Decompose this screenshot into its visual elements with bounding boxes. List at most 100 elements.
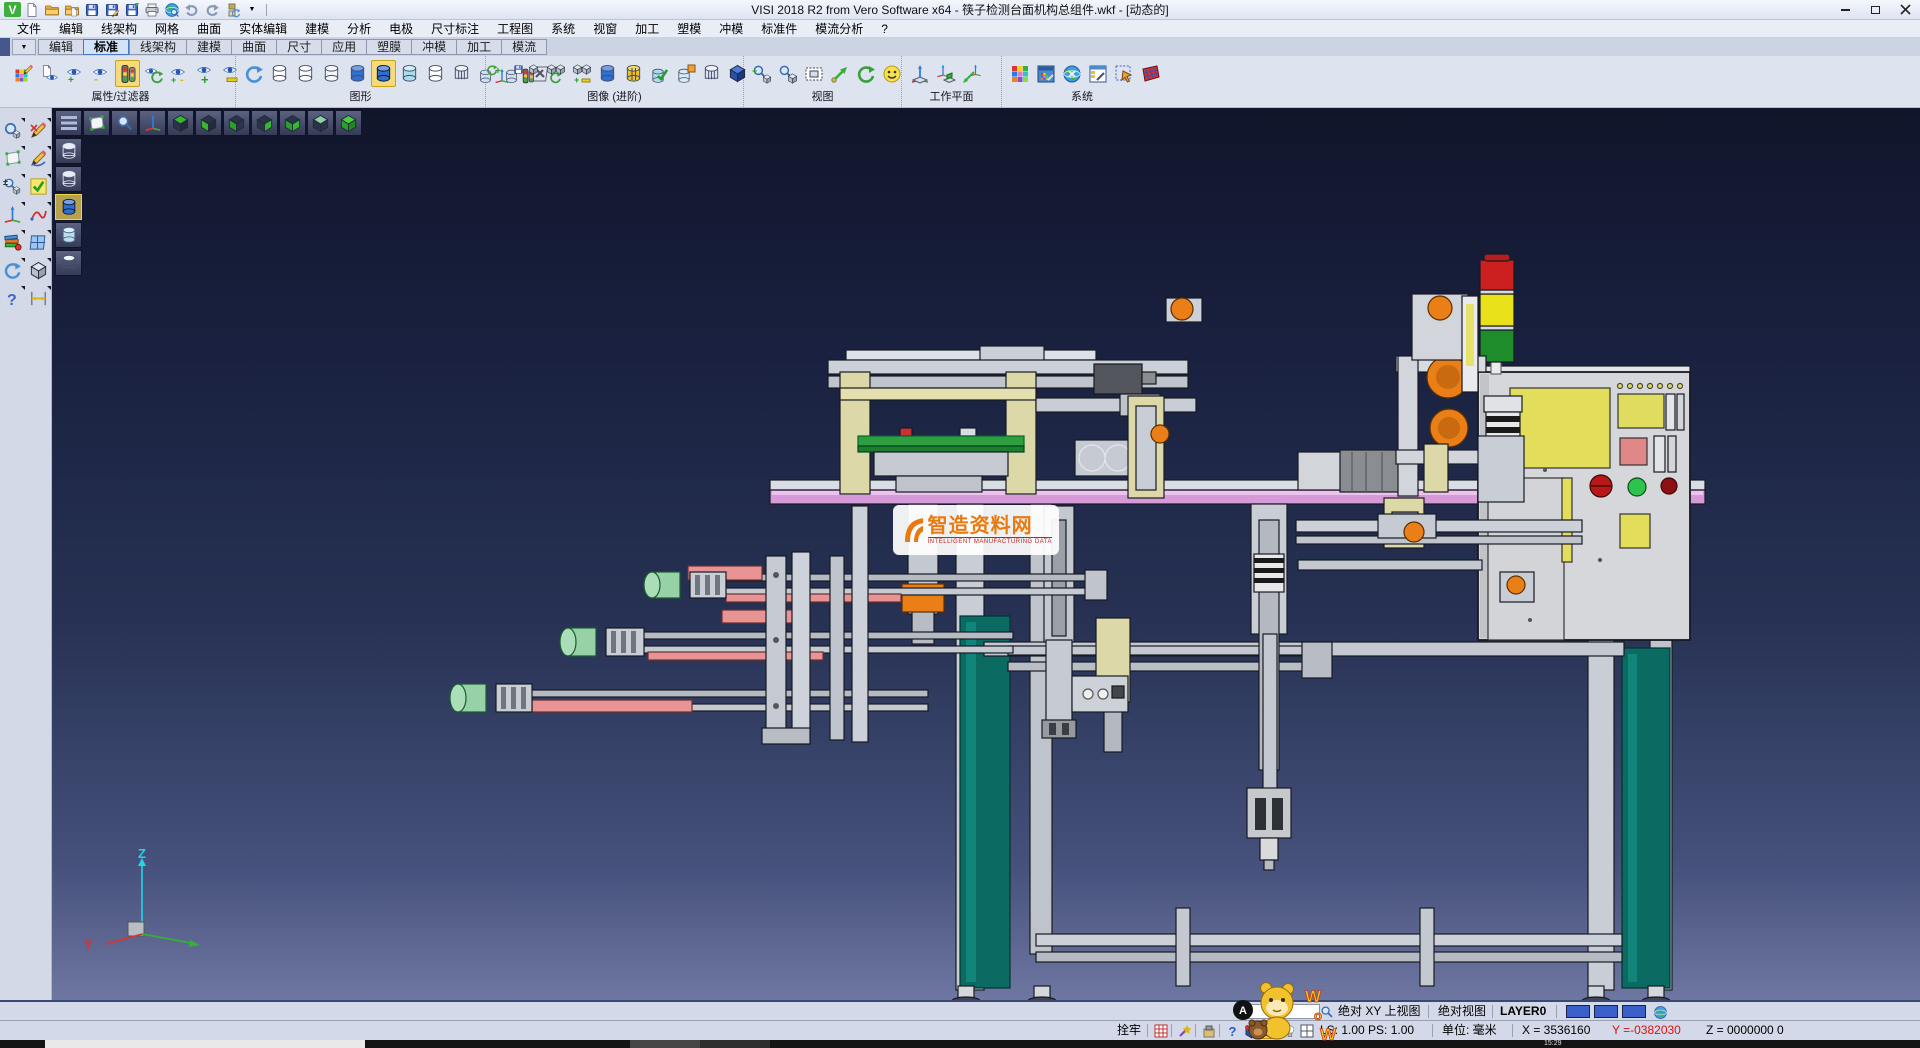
window-layout-icon[interactable]: [1298, 1023, 1315, 1039]
hide-remove-icon[interactable]: -: [89, 60, 114, 87]
table-settings-icon[interactable]: [1085, 60, 1110, 87]
search-input[interactable]: [1238, 1004, 1320, 1019]
layer-traffic-icon[interactable]: [517, 60, 542, 87]
settings-window-icon[interactable]: [1033, 60, 1058, 87]
shade-solid-icon[interactable]: [55, 194, 82, 220]
zoom-tool-icon[interactable]: [1, 118, 25, 142]
transparent-mode-icon[interactable]: [397, 60, 422, 87]
menu-flow-analysis[interactable]: 模流分析: [806, 20, 872, 38]
view-left-icon[interactable]: [223, 110, 250, 136]
fit-plane-icon[interactable]: [83, 110, 110, 136]
magic-wand-icon[interactable]: [1176, 1023, 1193, 1039]
shade-wireframe-icon[interactable]: [55, 138, 82, 164]
menu-edit[interactable]: 编辑: [50, 20, 92, 38]
mesh-solid-icon[interactable]: [699, 60, 724, 87]
menu-mold[interactable]: 塑模: [668, 20, 710, 38]
save-all-button[interactable]: [123, 2, 141, 18]
wireframe-mode-icon[interactable]: [267, 60, 292, 87]
grid-icon[interactable]: [1137, 60, 1162, 87]
tab-standard[interactable]: 标准: [83, 39, 129, 55]
edit-delete-tool-icon[interactable]: [27, 118, 51, 142]
tab-die[interactable]: 冲模: [411, 39, 456, 55]
color-swatch-2[interactable]: [1594, 1005, 1618, 1018]
menu-drawing[interactable]: 工程图: [488, 20, 542, 38]
menu-modeling[interactable]: 建模: [296, 20, 338, 38]
refresh-tool-icon[interactable]: [1, 258, 25, 282]
system-globe-icon[interactable]: [1059, 60, 1084, 87]
qat-customize-dropdown[interactable]: ▼: [243, 2, 261, 18]
plane-tool-icon[interactable]: [1, 146, 25, 170]
view-right-icon[interactable]: [251, 110, 278, 136]
tab-machining[interactable]: 加工: [456, 39, 501, 55]
zoom-all-icon[interactable]: [775, 60, 800, 87]
measure-tool-icon[interactable]: [27, 286, 51, 310]
refresh-view-icon[interactable]: [853, 60, 878, 87]
menu-solid-edit[interactable]: 实体编辑: [230, 20, 296, 38]
print-button[interactable]: [143, 2, 161, 18]
tab-mold[interactable]: 塑膜: [366, 39, 411, 55]
solid-mode-status-icon[interactable]: [1262, 1023, 1279, 1039]
bulb-icon[interactable]: [1281, 1023, 1298, 1039]
zoom-select-icon[interactable]: +: [749, 60, 774, 87]
library-tool-icon[interactable]: [1, 230, 25, 254]
tab-application[interactable]: 应用: [321, 39, 366, 55]
dynamic-zoom-icon[interactable]: [111, 110, 138, 136]
entity-attributes-icon[interactable]: [37, 60, 62, 87]
view-front-icon[interactable]: [279, 110, 306, 136]
update-cubes-icon[interactable]: [543, 60, 568, 87]
mesh-mode-icon[interactable]: [449, 60, 474, 87]
zoom-extent-tool-icon[interactable]: ±: [1, 174, 25, 198]
selection-hand-icon[interactable]: [1111, 60, 1136, 87]
view-menu-icon[interactable]: [55, 110, 82, 136]
tab-dimension[interactable]: 尺寸: [276, 39, 321, 55]
menu-window[interactable]: 视窗: [584, 20, 626, 38]
grid-snap-icon[interactable]: [1152, 1023, 1169, 1039]
window-tool-icon[interactable]: [27, 230, 51, 254]
import-file-button[interactable]: [63, 2, 81, 18]
minimize-button[interactable]: [1830, 0, 1860, 19]
tab-surface[interactable]: 曲面: [231, 39, 276, 55]
open-file-button[interactable]: [43, 2, 61, 18]
shade-transparent-icon[interactable]: [55, 222, 82, 248]
show-add-icon[interactable]: +: [63, 60, 88, 87]
view-top-icon[interactable]: [167, 110, 194, 136]
menu-help[interactable]: ?: [872, 20, 897, 38]
menu-wireframe[interactable]: 线架构: [92, 20, 146, 38]
menu-mesh[interactable]: 网格: [146, 20, 188, 38]
menu-analysis[interactable]: 分析: [338, 20, 380, 38]
filters-traffic-light-icon[interactable]: [115, 60, 140, 87]
workplane-tool-icon[interactable]: [1, 202, 25, 226]
workplane-entity-icon[interactable]: [933, 60, 958, 87]
close-button[interactable]: [1890, 0, 1920, 19]
save-as-button[interactable]: [103, 2, 121, 18]
package-icon[interactable]: [1243, 1023, 1260, 1039]
ghost-mode-icon[interactable]: [319, 60, 344, 87]
show-all-icon[interactable]: +: [193, 60, 218, 87]
shade-hidden-icon[interactable]: [55, 166, 82, 192]
render-smiley-icon[interactable]: [879, 60, 904, 87]
viewport-3d[interactable]: 智造资料网 INTELLIGENT MANUFACTURING DATA Z Y: [52, 108, 1920, 1000]
new-file-button[interactable]: [23, 2, 41, 18]
view-back-icon[interactable]: [307, 110, 334, 136]
shade-mesh-icon[interactable]: [55, 250, 82, 276]
redo-button[interactable]: [203, 2, 221, 18]
zoom-window-icon[interactable]: [801, 60, 826, 87]
dynamic-pan-icon[interactable]: [827, 60, 852, 87]
advanced-view-icon[interactable]: +: [491, 60, 516, 87]
striped-view-icon[interactable]: [621, 60, 646, 87]
tabbar-dropdown[interactable]: ▼: [12, 39, 36, 55]
tab-flow[interactable]: 模流: [501, 39, 547, 55]
menu-machining[interactable]: 加工: [626, 20, 668, 38]
search-icon[interactable]: [1318, 1004, 1335, 1020]
lock-label[interactable]: 拴牢: [1117, 1021, 1141, 1039]
shaded-mode-icon[interactable]: [345, 60, 370, 87]
toggle-visibility-icon[interactable]: +-: [167, 60, 192, 87]
hidden-line-mode-icon[interactable]: [293, 60, 318, 87]
layer-label[interactable]: LAYER0: [1500, 1002, 1546, 1020]
refresh-visibility-icon[interactable]: [141, 60, 166, 87]
sketch-tool-icon[interactable]: [27, 146, 51, 170]
menu-system[interactable]: 系统: [542, 20, 584, 38]
save-button[interactable]: [83, 2, 101, 18]
absolute-view-label[interactable]: 绝对视图: [1438, 1002, 1486, 1020]
help-status-icon[interactable]: ?: [1224, 1023, 1241, 1039]
